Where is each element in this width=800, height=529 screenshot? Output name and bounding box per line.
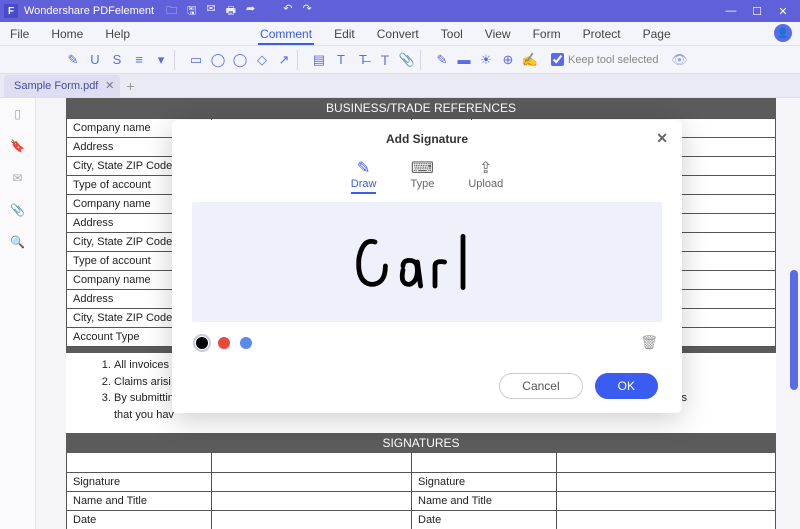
menu-protect[interactable]: Protect bbox=[581, 23, 623, 45]
upload-icon: ⇪ bbox=[479, 158, 492, 176]
app-title: Wondershare PDFelement bbox=[24, 5, 154, 17]
signatures-table: SignatureSignature Name and TitleName an… bbox=[66, 453, 776, 529]
qa-save-icon[interactable]: 🖫 bbox=[187, 2, 196, 21]
tab-type[interactable]: ⌨ Type bbox=[410, 158, 434, 194]
dialog-title: Add Signature bbox=[386, 132, 468, 146]
window-maximize[interactable]: ☐ bbox=[744, 5, 770, 18]
user-avatar-icon[interactable]: 👤 bbox=[774, 24, 792, 42]
table-row: DateDate bbox=[67, 510, 776, 529]
add-signature-dialog: Add Signature ✕ ✎ Draw ⌨ Type ⇪ Upload 🗑… bbox=[172, 120, 682, 413]
keep-tool-checkbox[interactable]: Keep tool selected bbox=[551, 53, 659, 66]
signature-canvas[interactable] bbox=[192, 202, 662, 322]
type-icon: ⌨ bbox=[411, 158, 434, 176]
rectangle-icon[interactable]: ▭ bbox=[189, 53, 203, 67]
eraser-icon[interactable]: ▬ bbox=[457, 53, 471, 67]
menu-comment[interactable]: Comment bbox=[258, 23, 314, 45]
polygon-icon[interactable]: ◇ bbox=[255, 53, 269, 67]
dialog-header: Add Signature ✕ bbox=[172, 120, 682, 152]
arrow-icon[interactable]: ↗ bbox=[277, 53, 291, 67]
qa-redo-icon[interactable]: ↷ bbox=[302, 2, 311, 21]
tab-draw-label: Draw bbox=[351, 178, 377, 190]
tab-type-label: Type bbox=[410, 178, 434, 190]
attachments-panel-icon[interactable]: 📎 bbox=[10, 202, 26, 218]
menu-form[interactable]: Form bbox=[531, 23, 563, 45]
qa-share-icon[interactable]: ➦ bbox=[246, 2, 255, 21]
attachment-icon[interactable]: 📎 bbox=[400, 53, 414, 67]
scrollbar-thumb[interactable] bbox=[790, 270, 798, 390]
menu-help[interactable]: Help bbox=[103, 23, 132, 45]
underline-icon[interactable]: U bbox=[88, 53, 102, 67]
left-panel: ▯ 🔖 ✉ 📎 🔍 bbox=[0, 98, 36, 529]
stamp-icon[interactable]: ☀ bbox=[479, 53, 493, 67]
color-red[interactable] bbox=[218, 337, 230, 349]
app-logo-icon: F bbox=[4, 4, 18, 18]
color-black[interactable] bbox=[196, 337, 208, 349]
clear-signature-icon[interactable]: 🗑 bbox=[640, 334, 658, 351]
cancel-button[interactable]: Cancel bbox=[499, 373, 582, 399]
title-bar: F Wondershare PDFelement 🗀 🖫 ✉ 🖶 ➦ ↶ ↷ —… bbox=[0, 0, 800, 22]
drawn-signature bbox=[347, 217, 507, 307]
menu-view[interactable]: View bbox=[483, 23, 513, 45]
typewriter-icon[interactable]: Ｔ bbox=[378, 53, 392, 67]
tab-draw[interactable]: ✎ Draw bbox=[351, 158, 377, 194]
search-panel-icon[interactable]: 🔍 bbox=[10, 234, 26, 250]
visibility-icon[interactable]: 👁 bbox=[673, 53, 687, 67]
tab-close-icon[interactable]: ✕ bbox=[105, 79, 114, 92]
menu-page[interactable]: Page bbox=[641, 23, 673, 45]
color-picker-row: 🗑 bbox=[172, 322, 682, 355]
qa-mail-icon[interactable]: ✉ bbox=[206, 2, 215, 21]
dialog-close-icon[interactable]: ✕ bbox=[656, 130, 668, 147]
dialog-actions: Cancel OK bbox=[172, 355, 682, 399]
more-icon[interactable]: ▾ bbox=[154, 53, 168, 67]
quick-access: 🗀 🖫 ✉ 🖶 ➦ ↶ ↷ bbox=[166, 2, 312, 21]
table-row: Name and TitleName and Title bbox=[67, 491, 776, 510]
note-icon[interactable]: ▤ bbox=[312, 53, 326, 67]
section-header-references: BUSINESS/TRADE REFERENCES bbox=[66, 98, 776, 118]
qa-open-icon[interactable]: 🗀 bbox=[166, 2, 177, 21]
oval-icon[interactable]: ◯ bbox=[211, 53, 225, 67]
menu-file[interactable]: File bbox=[8, 23, 31, 45]
ok-button[interactable]: OK bbox=[595, 373, 658, 399]
window-close[interactable]: ✕ bbox=[770, 5, 796, 18]
strikethrough-icon[interactable]: S bbox=[110, 53, 124, 67]
vertical-scrollbar[interactable] bbox=[790, 100, 798, 500]
section-header-signatures: SIGNATURES bbox=[66, 433, 776, 453]
add-tab-button[interactable]: + bbox=[126, 78, 134, 94]
comments-panel-icon[interactable]: ✉ bbox=[10, 170, 26, 186]
menu-convert[interactable]: Convert bbox=[375, 23, 421, 45]
window-minimize[interactable]: — bbox=[718, 5, 744, 17]
menu-home[interactable]: Home bbox=[49, 23, 85, 45]
table-row: SignatureSignature bbox=[67, 472, 776, 491]
comment-toolbar: ✎ U S ≡ ▾ ▭ ◯ ◯ ◇ ↗ ▤ T T̶ Ｔ 📎 ✎ ▬ ☀ ⊕ ✍… bbox=[0, 46, 800, 74]
keep-tool-input[interactable] bbox=[551, 53, 564, 66]
document-tab-label: Sample Form.pdf bbox=[14, 80, 98, 92]
pencil-icon[interactable]: ✎ bbox=[435, 53, 449, 67]
menu-edit[interactable]: Edit bbox=[332, 23, 357, 45]
textbox-icon[interactable]: T bbox=[334, 53, 348, 67]
highlight-icon[interactable]: ✎ bbox=[66, 53, 80, 67]
menu-tool[interactable]: Tool bbox=[439, 23, 465, 45]
color-blue[interactable] bbox=[240, 337, 252, 349]
menu-bar: File Home Help Comment Edit Convert Tool… bbox=[0, 22, 800, 46]
document-tabstrip: Sample Form.pdf ✕ + bbox=[0, 74, 800, 98]
tab-upload-label: Upload bbox=[468, 178, 503, 190]
qa-undo-icon[interactable]: ↶ bbox=[283, 2, 292, 21]
bookmarks-icon[interactable]: 🔖 bbox=[10, 138, 26, 154]
add-stamp-icon[interactable]: ⊕ bbox=[501, 53, 515, 67]
signature-method-tabs: ✎ Draw ⌨ Type ⇪ Upload bbox=[172, 152, 682, 202]
thumbnails-icon[interactable]: ▯ bbox=[10, 106, 26, 122]
callout-icon[interactable]: T̶ bbox=[356, 53, 370, 67]
squiggly-icon[interactable]: ≡ bbox=[132, 53, 146, 67]
document-tab[interactable]: Sample Form.pdf ✕ bbox=[4, 75, 120, 97]
qa-print-icon[interactable]: 🖶 bbox=[226, 2, 236, 21]
keep-tool-label: Keep tool selected bbox=[568, 54, 659, 66]
signature-icon[interactable]: ✍ bbox=[523, 53, 537, 67]
circle-icon[interactable]: ◯ bbox=[233, 53, 247, 67]
tab-upload[interactable]: ⇪ Upload bbox=[468, 158, 503, 194]
draw-icon: ✎ bbox=[357, 158, 370, 176]
